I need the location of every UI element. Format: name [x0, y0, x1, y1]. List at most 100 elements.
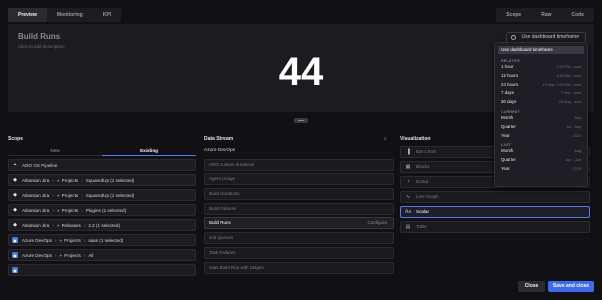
- chevron-right-icon: ›: [81, 207, 83, 213]
- scope-item[interactable]: ◆ Atlassian Jira › ⑃ Projects › Plugins (1 sel…: [8, 204, 196, 216]
- dropdown-option-range: 2:05 AM - now: [556, 73, 581, 78]
- pipeline-icon: ⌖: [13, 162, 17, 168]
- chevron-right-icon: ›: [52, 207, 54, 213]
- hierarchy-icon: ⑃: [56, 222, 60, 228]
- viz-option-label: Line Graph: [416, 194, 439, 199]
- scope-item-part: Atlassian Jira: [22, 207, 50, 213]
- search-icon[interactable]: ⌕: [384, 136, 387, 142]
- scalar-icon: Aa: [405, 209, 412, 215]
- dropdown-option[interactable]: Year 2019: [495, 165, 587, 174]
- scope-item-part: Atlassian Jira: [22, 222, 50, 228]
- tile-title[interactable]: Build Runs: [18, 32, 60, 41]
- scope-item-part: Azure DevOps: [22, 252, 52, 258]
- data-stream-item-label: Agent Usage: [209, 176, 236, 182]
- chevron-right-icon: ›: [83, 237, 86, 243]
- scope-tab-existing[interactable]: Existing: [102, 146, 196, 156]
- tab-monitoring[interactable]: Monitoring: [47, 8, 93, 22]
- scope-item-part: Atlassian Jira: [22, 192, 50, 198]
- chevron-right-icon: ›: [52, 177, 54, 183]
- scope-item-part: saas (1 selected): [88, 237, 124, 243]
- jira-icon: ◆: [13, 222, 17, 228]
- data-stream-org: Azure DevOps: [204, 148, 236, 153]
- chevron-right-icon: ›: [54, 237, 57, 243]
- data-stream-item[interactable]: saas Build Run with Stages: [204, 261, 394, 274]
- viz-option-line[interactable]: ∿ Line Graph: [400, 191, 590, 203]
- visualization-title: Visualization: [400, 136, 431, 142]
- dropdown-option[interactable]: Month Sep: [495, 114, 587, 123]
- tile-description[interactable]: Click to add description: [18, 44, 65, 49]
- data-stream-item-label: Task Failures: [209, 249, 236, 255]
- tab-scope[interactable]: Scope: [496, 8, 531, 22]
- bar-icon: ▐: [406, 149, 410, 155]
- dropdown-option[interactable]: Quarter Jul - Sep: [495, 123, 587, 132]
- scope-item-part: SquaredUp (1 selected): [85, 177, 135, 183]
- dropdown-option-range: 2019: [572, 166, 581, 171]
- scope-item-part: Projects: [61, 192, 79, 198]
- dropdown-option-range: 13 Sep, 2:05 PM - now: [542, 82, 581, 87]
- dropdown-option-label: 1 hour: [501, 64, 514, 69]
- scope-tab-new[interactable]: New: [8, 146, 102, 156]
- dropdown-section-title: RELATIVE: [501, 59, 521, 63]
- configure-link[interactable]: Configure: [367, 218, 387, 228]
- scope-item[interactable]: ⌖ ADO OS Pipeline: [8, 159, 196, 171]
- save-and-close-button[interactable]: Save and close: [548, 281, 594, 292]
- tab-raw[interactable]: Raw: [531, 8, 561, 22]
- dropdown-option[interactable]: 7 days 7 Sep - now: [495, 89, 587, 98]
- table-icon: ▤: [405, 224, 411, 230]
- viz-option-label: Scalar: [416, 209, 430, 214]
- viz-option-label: Donut: [416, 179, 429, 184]
- data-stream-item[interactable]: Job Queues: [204, 232, 394, 245]
- dropdown-option[interactable]: Month Aug: [495, 147, 587, 156]
- dropdown-option-range: Sep: [574, 115, 581, 120]
- blocks-icon: ▦: [405, 164, 411, 170]
- clock-icon: [511, 35, 517, 40]
- viz-option-scalar[interactable]: Aa Scalar: [400, 206, 590, 218]
- chevron-right-icon: ›: [83, 222, 86, 228]
- ado-icon: ▣: [12, 252, 18, 258]
- dropdown-option[interactable]: 1 hour 1:05 PM - now: [495, 63, 587, 72]
- viz-option-table[interactable]: ▤ Table: [400, 221, 590, 233]
- timeframe-dropdown: Use dashboard timeframe RELATIVE 1 hour 1:…: [494, 42, 588, 187]
- dropdown-option[interactable]: 12 hours 2:05 AM - now: [495, 72, 587, 81]
- data-stream-item[interactable]: Agent Usage: [204, 173, 394, 186]
- data-stream-item[interactable]: Build Failures: [204, 202, 394, 215]
- close-button[interactable]: Close: [518, 281, 545, 292]
- dropdown-option[interactable]: Quarter Apr - Jun: [495, 156, 587, 165]
- dropdown-option[interactable]: 30 days 15 Aug - now: [495, 98, 587, 107]
- data-stream-item-label: Build Runs: [209, 220, 231, 226]
- resize-handle[interactable]: [294, 118, 308, 123]
- dropdown-use-dashboard-timeframe[interactable]: Use dashboard timeframe: [498, 46, 584, 54]
- scope-item[interactable]: ◆ Atlassian Jira › ⑃ Releases › 2.2 (1 selecte…: [8, 219, 196, 231]
- donut-icon: ◔: [406, 179, 410, 185]
- hierarchy-icon: ⑃: [56, 177, 60, 183]
- ado-icon: ▣: [12, 267, 18, 273]
- scope-item[interactable]: ▣: [8, 264, 196, 276]
- scope-item[interactable]: ◆ Atlassian Jira › ⑃ Projects › SquaredUp (1 s…: [8, 174, 196, 186]
- data-stream-item-label: Build Durations: [209, 191, 240, 197]
- tab-code[interactable]: Code: [562, 8, 595, 22]
- tab-preview[interactable]: Preview: [8, 8, 47, 22]
- ado-icon: ▣: [12, 237, 18, 243]
- hierarchy-icon: ⑃: [56, 207, 60, 213]
- line-icon: ∿: [405, 194, 411, 200]
- scope-item[interactable]: ◆ Atlassian Jira › ⑃ Projects › SquaredUp (1 s…: [8, 189, 196, 201]
- data-stream-item[interactable]: Task Failures: [204, 246, 394, 259]
- viz-option-label: Table: [416, 224, 427, 229]
- dropdown-option-label: 30 days: [501, 99, 517, 105]
- scope-item-part: ADO OS Pipeline: [22, 162, 58, 168]
- dropdown-option[interactable]: 24 hours 13 Sep, 2:05 PM - now: [495, 81, 587, 90]
- data-stream-item[interactable]: ADO custom durations: [204, 158, 394, 171]
- jira-icon: ◆: [13, 177, 17, 183]
- hierarchy-icon: ⑃: [59, 237, 63, 243]
- tab-kpi[interactable]: KPI: [93, 8, 121, 22]
- scope-item[interactable]: ▣ Azure DevOps › ⑃ Projects › All: [8, 249, 196, 261]
- data-stream-item-label: Build Failures: [209, 205, 237, 211]
- dropdown-option-range: 2020: [572, 133, 581, 138]
- data-stream-item[interactable]: Build Durations: [204, 188, 394, 201]
- dropdown-option-label: Month: [501, 114, 514, 120]
- chevron-right-icon: ›: [83, 252, 86, 258]
- scope-item[interactable]: ▣ Azure DevOps › ⑃ Projects › saas (1 selected…: [8, 234, 196, 246]
- data-stream-item[interactable]: Build Runs Configure: [204, 217, 394, 230]
- dropdown-option[interactable]: Year 2020: [495, 132, 587, 141]
- scope-tabs: New Existing: [8, 146, 196, 156]
